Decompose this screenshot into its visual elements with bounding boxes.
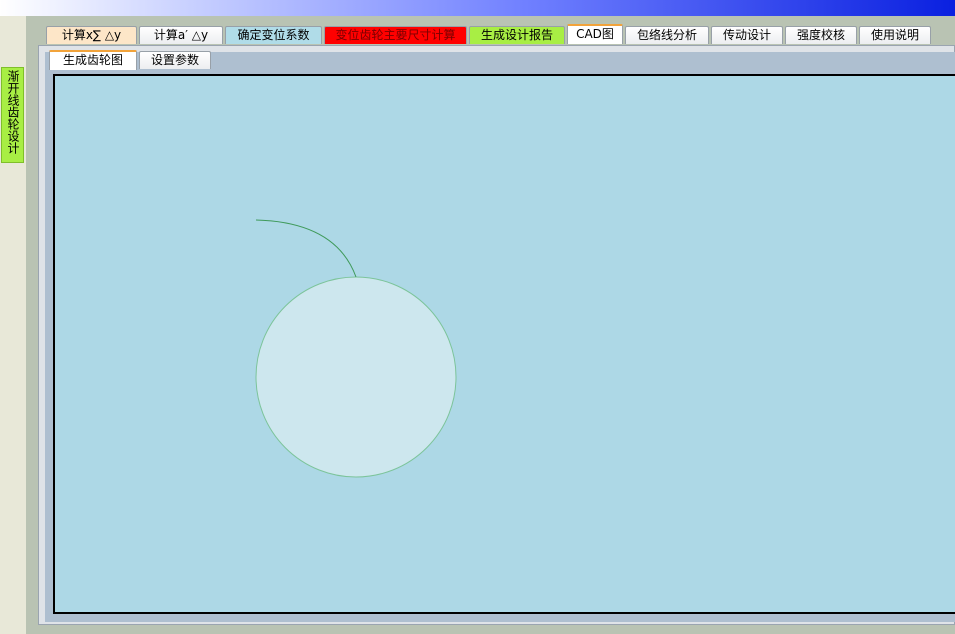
drawing-canvas[interactable] <box>53 74 955 614</box>
tab-envelope-analysis[interactable]: 包络线分析 <box>625 26 709 44</box>
tab-gear-main-dimensions[interactable]: 变位齿轮主要尺寸计算 <box>324 26 467 44</box>
left-sidebar: 渐开线齿轮设计 <box>0 16 26 634</box>
gear-drawing-svg <box>255 219 457 478</box>
tab-determine-shift-coefficient[interactable]: 确定变位系数 <box>225 26 322 44</box>
side-tab-involute-gear-design[interactable]: 渐开线齿轮设计 <box>1 67 24 163</box>
main-tab-strip: 计算x∑ △y 计算a′ △y 确定变位系数 变位齿轮主要尺寸计算 生成设计报告… <box>46 24 933 45</box>
title-bar <box>0 0 955 16</box>
tab-calc-x-sum[interactable]: 计算x∑ △y <box>46 26 137 44</box>
tab-calc-a-prime[interactable]: 计算a′ △y <box>139 26 223 44</box>
tab-strength-check[interactable]: 强度校核 <box>785 26 857 44</box>
tab-cad-drawing[interactable]: CAD图 <box>567 24 623 44</box>
subtab-set-parameters[interactable]: 设置参数 <box>139 51 211 69</box>
tab-generate-report[interactable]: 生成设计报告 <box>469 26 565 44</box>
involute-curve <box>255 219 357 278</box>
sub-tab-strip: 生成齿轮图 设置参数 <box>49 50 213 71</box>
tab-transmission-design[interactable]: 传动设计 <box>711 26 783 44</box>
tab-user-guide[interactable]: 使用说明 <box>859 26 931 44</box>
side-tab-label: 渐开线齿轮设计 <box>6 70 20 154</box>
subtab-generate-gear-drawing[interactable]: 生成齿轮图 <box>49 50 137 70</box>
gear-base-circle <box>255 276 457 478</box>
